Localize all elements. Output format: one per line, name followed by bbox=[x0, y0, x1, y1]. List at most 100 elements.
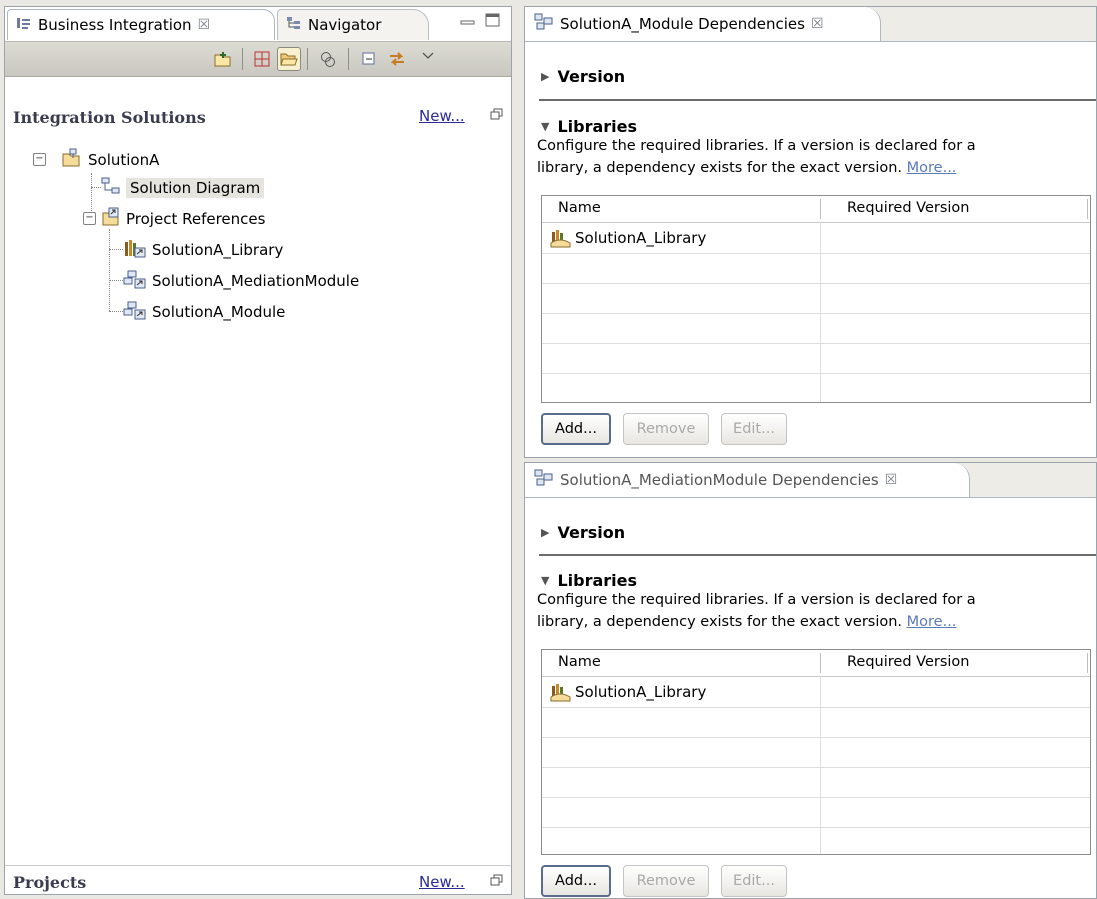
projects-title: Projects bbox=[13, 873, 87, 892]
table-row[interactable]: SolutionA_Library bbox=[542, 224, 1090, 254]
table-row bbox=[542, 314, 1090, 344]
column-header-required-version[interactable]: Required Version bbox=[847, 654, 969, 670]
remove-library-button[interactable]: Remove bbox=[623, 865, 709, 897]
business-integration-icon bbox=[16, 16, 32, 34]
integration-solutions-new-link[interactable]: New... bbox=[419, 107, 465, 125]
tab-module-dependencies[interactable]: SolutionA_Module Dependencies ☒ bbox=[525, 7, 881, 41]
section-rule bbox=[539, 554, 1096, 556]
tab-label: Business Integration bbox=[38, 16, 192, 34]
tab-label: Navigator bbox=[308, 16, 382, 34]
version-section-header[interactable]: ▶ Version bbox=[541, 67, 625, 86]
business-integration-view: Business Integration ☒ Navigator Integra… bbox=[4, 6, 512, 895]
link-with-editor-icon[interactable] bbox=[385, 47, 409, 71]
libraries-table[interactable]: Name Required Version SolutionA_Library bbox=[541, 649, 1091, 855]
more-link[interactable]: More... bbox=[907, 160, 957, 176]
close-icon[interactable]: ☒ bbox=[811, 16, 824, 32]
library-icon bbox=[550, 230, 571, 248]
collapse-all-icon[interactable] bbox=[357, 47, 381, 71]
open-folder-icon[interactable] bbox=[277, 47, 301, 71]
edit-library-button[interactable]: Edit... bbox=[721, 865, 787, 897]
column-header-name[interactable]: Name bbox=[558, 654, 601, 670]
projects-new-link[interactable]: New... bbox=[419, 873, 465, 891]
maximize-icon[interactable] bbox=[485, 13, 501, 33]
separator bbox=[307, 48, 308, 70]
libraries-section-header[interactable]: ▼ Libraries bbox=[541, 117, 637, 136]
module-dependencies-editor: SolutionA_Module Dependencies ☒ ▶ Versio… bbox=[524, 6, 1097, 458]
dependencies-icon bbox=[534, 13, 554, 35]
library-icon bbox=[550, 684, 571, 702]
libraries-description: Configure the required libraries. If a v… bbox=[537, 589, 976, 633]
table-row bbox=[542, 254, 1090, 284]
add-library-button[interactable]: Add... bbox=[541, 413, 611, 445]
tree-item-solution[interactable]: SolutionA bbox=[61, 148, 160, 172]
version-section-title: Version bbox=[557, 67, 626, 86]
tree-item-label: SolutionA_MediationModule bbox=[152, 272, 360, 290]
table-header: Name Required Version bbox=[542, 196, 1090, 223]
project-references-icon bbox=[101, 207, 121, 231]
remove-library-button[interactable]: Remove bbox=[623, 413, 709, 445]
diagram-icon bbox=[101, 177, 121, 199]
integration-solutions-title: Integration Solutions bbox=[13, 108, 206, 127]
table-row bbox=[542, 708, 1090, 738]
table-row bbox=[542, 768, 1090, 798]
libraries-table[interactable]: Name Required Version SolutionA_Library bbox=[541, 195, 1091, 403]
libraries-description: Configure the required libraries. If a v… bbox=[537, 135, 976, 179]
library-icon bbox=[123, 238, 147, 262]
module-icon bbox=[123, 269, 147, 293]
collapse-toggle-icon[interactable]: − bbox=[33, 153, 46, 166]
table-row bbox=[542, 284, 1090, 314]
add-library-button[interactable]: Add... bbox=[541, 865, 611, 897]
libraries-section-header[interactable]: ▼ Libraries bbox=[541, 571, 637, 590]
edit-library-button[interactable]: Edit... bbox=[721, 413, 787, 445]
column-header-required-version[interactable]: Required Version bbox=[847, 200, 969, 216]
tab-mediation-module-dependencies[interactable]: SolutionA_MediationModule Dependencies ☒ bbox=[525, 463, 970, 497]
mediation-module-dependencies-editor: SolutionA_MediationModule Dependencies ☒… bbox=[524, 462, 1097, 899]
version-section-header[interactable]: ▶ Version bbox=[541, 523, 625, 542]
table-header: Name Required Version bbox=[542, 650, 1090, 677]
column-header-name[interactable]: Name bbox=[558, 200, 601, 216]
view-tab-strip: Business Integration ☒ Navigator bbox=[5, 7, 511, 41]
new-folder-icon[interactable] bbox=[211, 47, 235, 71]
tree-item-module[interactable]: SolutionA_Module bbox=[123, 301, 285, 323]
navigator-icon bbox=[286, 16, 302, 34]
tab-label: SolutionA_Module Dependencies bbox=[560, 15, 805, 33]
view-menu-chevron-down-icon[interactable] bbox=[421, 48, 435, 66]
tree-item-label: SolutionA_Library bbox=[152, 241, 284, 259]
libraries-section-title: Libraries bbox=[557, 571, 638, 590]
grid-icon[interactable] bbox=[250, 47, 274, 71]
restore-icon[interactable] bbox=[490, 108, 503, 125]
module-icon bbox=[123, 300, 147, 324]
tree-item-project-references[interactable]: Project References bbox=[101, 207, 266, 231]
tab-navigator[interactable]: Navigator bbox=[277, 9, 429, 40]
restore-icon[interactable] bbox=[490, 874, 503, 891]
collapse-triangle-icon: ▼ bbox=[541, 120, 550, 133]
more-link[interactable]: More... bbox=[907, 614, 957, 630]
tree-item-label: SolutionA bbox=[88, 151, 160, 169]
divider bbox=[5, 865, 511, 866]
tree-item-solution-diagram[interactable]: Solution Diagram bbox=[101, 177, 265, 199]
tree-item-library[interactable]: SolutionA_Library bbox=[123, 239, 283, 261]
tab-business-integration[interactable]: Business Integration ☒ bbox=[7, 9, 275, 40]
description-line: library, a dependency exists for the exa… bbox=[537, 614, 903, 630]
tab-label: SolutionA_MediationModule Dependencies bbox=[560, 471, 879, 489]
expand-triangle-icon: ▶ bbox=[541, 70, 550, 83]
table-row[interactable]: SolutionA_Library bbox=[542, 678, 1090, 708]
library-name: SolutionA_Library bbox=[575, 683, 707, 701]
minimize-icon[interactable] bbox=[460, 15, 476, 33]
tree-item-label: Project References bbox=[126, 210, 266, 228]
description-line: Configure the required libraries. If a v… bbox=[537, 138, 976, 154]
link-icon[interactable] bbox=[316, 47, 340, 71]
solution-icon bbox=[61, 148, 83, 172]
collapse-toggle-icon[interactable]: − bbox=[83, 212, 96, 225]
close-icon[interactable]: ☒ bbox=[198, 17, 211, 33]
table-row bbox=[542, 738, 1090, 768]
table-row bbox=[542, 344, 1090, 374]
libraries-section-title: Libraries bbox=[557, 117, 638, 136]
library-cell: SolutionA_Library bbox=[550, 682, 706, 702]
tree-item-mediation-module[interactable]: SolutionA_MediationModule bbox=[123, 270, 359, 292]
expand-triangle-icon: ▶ bbox=[541, 526, 550, 539]
section-rule bbox=[539, 99, 1096, 101]
close-icon[interactable]: ☒ bbox=[885, 472, 898, 488]
library-cell: SolutionA_Library bbox=[550, 228, 706, 248]
collapse-triangle-icon: ▼ bbox=[541, 574, 550, 587]
